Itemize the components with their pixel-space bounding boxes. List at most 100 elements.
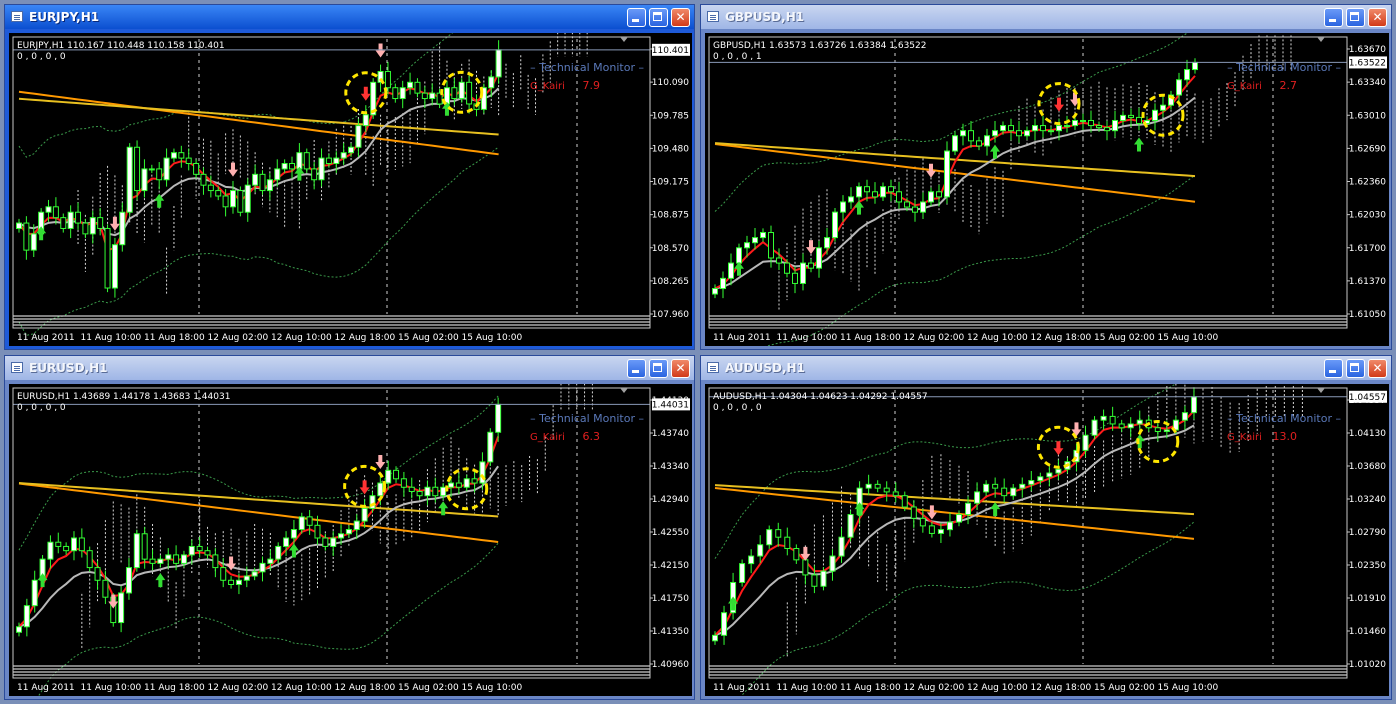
chart-window-gbpusd[interactable]: GBPUSD,H1 GBPUSD,H1 1.63573 1.63726 1.63… <box>700 4 1392 350</box>
candle <box>204 546 211 560</box>
candle <box>784 258 790 278</box>
candle <box>185 148 192 171</box>
candle <box>237 186 244 217</box>
candle <box>946 512 953 537</box>
window-titlebar[interactable]: GBPUSD,H1 <box>701 5 1391 29</box>
bull-candle-body <box>1000 125 1006 132</box>
bear-candle-body <box>289 163 296 170</box>
chart-area[interactable]: EURUSD,H1 1.43689 1.44178 1.43683 1.4403… <box>9 384 692 696</box>
candle <box>495 40 502 84</box>
candle <box>816 240 822 278</box>
candle <box>212 548 219 578</box>
close-button[interactable] <box>671 8 690 27</box>
window-titlebar[interactable]: AUDUSD,H1 <box>701 356 1391 380</box>
bull-candle-body <box>1192 61 1198 71</box>
close-button[interactable] <box>671 359 690 378</box>
chart-area[interactable]: EURJPY,H1 110.167 110.448 110.158 110.40… <box>9 33 692 346</box>
close-button[interactable] <box>1368 8 1387 27</box>
time-tick-label: 11 Aug 2011 <box>713 333 771 343</box>
indicator-subwindow <box>13 665 650 679</box>
chart-window-audusd[interactable]: AUDUSD,H1 AUDUSD,H1 1.04304 1.04623 1.04… <box>700 355 1392 700</box>
price-chart[interactable]: GBPUSD,H1 1.63573 1.63726 1.63384 1.6352… <box>705 33 1389 346</box>
bear-candle-body <box>976 140 982 147</box>
candle <box>165 548 172 569</box>
bear-candle-body <box>156 168 163 181</box>
bull-candle-body <box>47 541 54 560</box>
bull-candle-body <box>448 482 455 488</box>
bull-candle-body <box>721 612 728 636</box>
bull-candle-body <box>820 570 827 587</box>
price-tick-label: 1.42150 <box>652 561 689 571</box>
time-tick-label: 12 Aug 18:00 <box>335 683 396 693</box>
chart-window-eurusd[interactable]: EURUSD,H1 EURUSD,H1 1.43689 1.44178 1.43… <box>4 355 695 700</box>
bull-candle-body <box>720 277 726 290</box>
technical-monitor-label: – Technical Monitor – <box>1227 412 1341 425</box>
time-tick-label: 12 Aug 10:00 <box>967 333 1028 343</box>
window-titlebar[interactable]: EURUSD,H1 <box>5 356 694 380</box>
time-tick-label: 11 Aug 2011 <box>17 683 75 693</box>
candle <box>318 148 325 187</box>
price-chart[interactable]: AUDUSD,H1 1.04304 1.04623 1.04292 1.0455… <box>705 384 1389 696</box>
candle <box>407 72 414 95</box>
bull-candle-body <box>1100 415 1107 421</box>
maximize-button[interactable] <box>649 359 668 378</box>
bull-candle-body <box>118 592 125 624</box>
buy-signal-arrow-icon <box>990 502 1001 517</box>
price-tick-label: 1.03240 <box>1349 495 1386 505</box>
bear-candle-body <box>436 92 443 105</box>
maximize-button[interactable] <box>1346 359 1365 378</box>
candle <box>340 143 347 165</box>
candle <box>23 216 30 260</box>
candle <box>52 197 59 225</box>
bear-candle-body <box>1128 114 1134 118</box>
bull-candle-body <box>744 242 750 249</box>
minimize-button[interactable] <box>627 359 646 378</box>
bear-candle-body <box>193 163 200 175</box>
signal-arrows <box>728 422 1145 611</box>
bull-candle-body <box>275 545 282 560</box>
time-tick-label: 11 Aug 18:00 <box>144 683 205 693</box>
time-axis: 11 Aug 2011 11 Aug 10:00 11 Aug 18:00 12 Au… <box>713 333 1218 343</box>
bull-candle-body <box>880 186 886 198</box>
sell-signal-arrow-icon <box>926 505 937 520</box>
chart-area[interactable]: AUDUSD,H1 1.04304 1.04623 1.04292 1.0455… <box>705 384 1389 696</box>
ohlc-info-text: GBPUSD,H1 1.63573 1.63726 1.63384 1.6352… <box>713 41 926 51</box>
technical-monitor-label: – Technical Monitor – <box>530 61 644 74</box>
bull-candle-body <box>848 196 854 203</box>
price-tick-label: 1.40960 <box>652 660 689 670</box>
window-titlebar[interactable]: EURJPY,H1 <box>5 5 694 29</box>
candle <box>163 148 170 187</box>
bull-candle-body <box>960 130 966 137</box>
bull-candle-body <box>1091 419 1098 436</box>
candle <box>259 556 266 582</box>
price-chart[interactable]: EURJPY,H1 110.167 110.448 110.158 110.40… <box>9 33 692 346</box>
maximize-button[interactable] <box>1346 8 1365 27</box>
bull-candle-body <box>23 605 30 628</box>
bull-candle-body <box>45 206 52 213</box>
bull-candle-body <box>31 579 38 607</box>
candle <box>392 83 399 103</box>
bear-candle-body <box>883 487 890 493</box>
bear-candle-body <box>196 545 203 552</box>
time-tick-label: 12 Aug 02:00 <box>208 333 269 343</box>
bull-candle-body <box>399 87 406 100</box>
minimize-button[interactable] <box>627 8 646 27</box>
time-tick-label: 12 Aug 18:00 <box>1031 683 1092 693</box>
candle <box>808 258 814 273</box>
bear-candle-body <box>314 524 321 539</box>
bull-candle-body <box>296 152 303 170</box>
bull-candle-body <box>333 157 340 165</box>
chart-window-eurjpy[interactable]: EURJPY,H1 EURJPY,H1 110.167 110.448 110.… <box>4 4 695 350</box>
minimize-button[interactable] <box>1324 8 1343 27</box>
price-chart[interactable]: EURUSD,H1 1.43689 1.44178 1.43683 1.4403… <box>9 384 692 696</box>
close-button[interactable] <box>1368 359 1387 378</box>
time-tick-label: 12 Aug 10:00 <box>271 333 332 343</box>
candle <box>196 536 203 558</box>
bear-candle-body <box>78 537 85 552</box>
bear-candle-body <box>178 152 185 159</box>
bear-candle-body <box>992 483 999 489</box>
bear-candle-body <box>784 536 791 550</box>
chart-area[interactable]: GBPUSD,H1 1.63573 1.63726 1.63384 1.6352… <box>705 33 1389 346</box>
minimize-button[interactable] <box>1324 359 1343 378</box>
maximize-button[interactable] <box>649 8 668 27</box>
